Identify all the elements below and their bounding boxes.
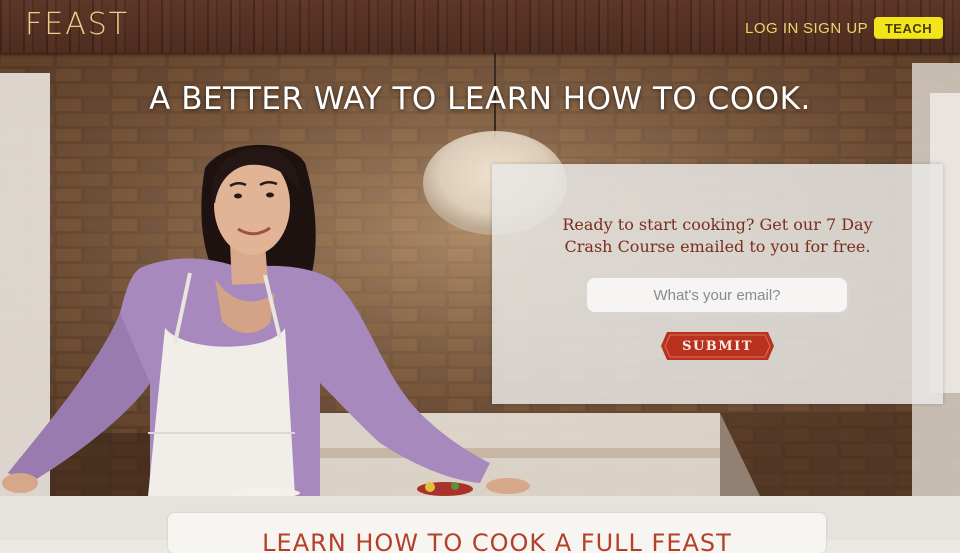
submit-label: SUBMIT — [682, 338, 753, 354]
lower-section: LEARN HOW TO COOK A FULL FEAST — [0, 496, 960, 553]
feature-heading: LEARN HOW TO COOK A FULL FEAST — [262, 529, 732, 553]
signup-link[interactable]: SIGN UP — [803, 20, 868, 37]
login-link[interactable]: LOG IN — [745, 20, 799, 37]
feature-card: LEARN HOW TO COOK A FULL FEAST — [168, 513, 826, 553]
feast-logo[interactable]: FEAST — [25, 7, 129, 42]
signup-panel: Ready to start cooking? Get our 7 Day Cr… — [492, 164, 943, 404]
teach-button[interactable]: TEACH — [874, 17, 943, 39]
submit-button[interactable]: SUBMIT — [661, 332, 774, 360]
top-nav-bar: FEAST LOG IN SIGN UP TEACH — [0, 0, 960, 53]
signup-prompt-line-2: Crash Course emailed to you for free. — [564, 237, 871, 256]
signup-prompt-line-1: Ready to start cooking? Get our 7 Day — [562, 215, 873, 234]
hero-section: A BETTER WAY TO LEARN HOW TO COOK. Ready… — [0, 53, 960, 496]
signup-prompt: Ready to start cooking? Get our 7 Day Cr… — [492, 214, 943, 258]
email-input[interactable] — [585, 276, 849, 314]
